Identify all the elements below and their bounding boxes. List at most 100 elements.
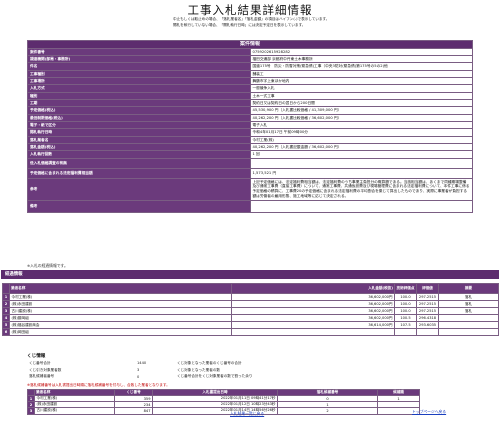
- bid-row-amount: 36,602,000円: [231, 300, 395, 308]
- bid-history-header: 経過情報: [1, 270, 499, 279]
- bid-col-name: 業者名称: [9, 283, 232, 294]
- kuji-warning: ※落札候補番号は入札書提出日時順に落札候補番号を付与し、合致した業者となります。: [27, 383, 170, 387]
- kuji-info-label: 落札候補者番号: [29, 374, 55, 379]
- kuji-info-label: くじ引き対象業者数: [29, 367, 62, 372]
- kuji-row-num: 847: [114, 407, 153, 415]
- bid-row: 4 (株)藤岡組 36,602,000円 100.5 296.4318: [2, 314, 499, 322]
- rounds-value: 1 回: [249, 150, 473, 159]
- kuji-info-value: 3: [137, 368, 140, 373]
- bid-col-eval: 評価値: [416, 283, 439, 294]
- bid-row: 5 (株)福谷建設商会 36,614,000円 107.5 293.6035: [2, 321, 499, 329]
- category-label: 種別: [27, 91, 251, 100]
- bid-row-name: (株)岡田組: [9, 328, 232, 336]
- bid-row-eval: 297.2515: [416, 300, 439, 308]
- low-bid-survey-value: [249, 157, 473, 169]
- bid-row-eval: 293.6035: [416, 321, 439, 329]
- kuji-title: くじ情報: [27, 354, 46, 359]
- kuji-row-name: 古川建設(株): [34, 407, 115, 415]
- winning-amount-label: 落札金額(税込): [27, 142, 251, 152]
- bid-row-eval: 296.4318: [416, 314, 439, 322]
- submission-type-value: 電子入札: [249, 120, 473, 130]
- bid-row-no: 5: [2, 321, 10, 329]
- back-to-top-link[interactable]: トップページへ戻る: [412, 409, 446, 415]
- bid-row: 6 (株)岡田組: [2, 328, 499, 336]
- notice-line: 中止もしくは取止めの場合、「落札業者名」「落札金額」の項目はハイフン(-)で表示…: [173, 17, 330, 21]
- opening-date-label: 開札執行日時: [27, 128, 251, 137]
- notice-text: 中止もしくは取止めの場合、「落札業者名」「落札金額」の項目はハイフン(-)で表示…: [173, 17, 353, 28]
- kuji-row: 3 古川建設(株) 847 2022年01月14日 14時56分26秒 2: [27, 407, 420, 415]
- case-info-table: 案件情報 案件番号 0759202615928282 調達機関(部局・事務所) 福田…: [27, 40, 473, 213]
- bid-row-amount: 36,602,000円: [231, 293, 395, 301]
- bid-row-note: [438, 314, 499, 322]
- bid-row-amount: [231, 328, 395, 336]
- case-number-label: 案件番号: [27, 47, 251, 56]
- bid-history-note: ※入札の経過情報です。: [27, 263, 68, 268]
- subject-label: 件名: [27, 62, 251, 71]
- remarks-value: [249, 199, 473, 213]
- reference-value: 上記予定価格には、法定福利費相当額は、法定福利費のうち事業主負担分の概算額である…: [249, 177, 473, 201]
- kuji-info-desc: くじ対象となった業者の数: [177, 367, 221, 372]
- work-type-value: 舗装工: [249, 69, 473, 78]
- kuji-info-label: くじ番号合計: [29, 360, 51, 365]
- min-price-value: 40,262,200 円（入札書比較価格 / 36,602,000 円）: [249, 113, 473, 122]
- kuji-table: 業者名称 くじ番号 入札書提出日時 落札候補番号 候補順 1 今村工業(株) 3…: [27, 389, 420, 415]
- bid-method-value: 一般競争入札: [249, 84, 473, 93]
- bid-row-tech: 107.5: [394, 321, 417, 329]
- period-value: 契約日又は契約日の翌日から200日間: [249, 98, 473, 108]
- work-type-label: 工事種別: [27, 69, 251, 78]
- case-info-header: 案件情報: [27, 40, 473, 49]
- bid-row-note: 落札: [438, 300, 499, 308]
- case-number-value: 0759202615928282: [249, 47, 473, 56]
- location-label: 工事場所: [27, 76, 251, 86]
- bid-row-name: 今村工業(株): [9, 293, 232, 301]
- bid-row-amount: 36,602,000円: [231, 307, 395, 315]
- bid-history-table: 業者名称 入札金額(税抜) 技術評価点 評価値 摘要 1 今村工業(株) 36,…: [2, 283, 499, 336]
- bid-row: 2 (株)永田建設 36,602,000円 100.0 297.2515 落札: [2, 300, 499, 308]
- bid-row-note: 落札: [438, 293, 499, 301]
- bid-row-note: [438, 321, 499, 329]
- bid-row-no: 2: [2, 300, 10, 308]
- bid-row: 3 古川建設(株) 36,602,000円 100.0 297.2515 落札: [2, 307, 499, 315]
- bid-col-tech: 技術評価点: [394, 283, 417, 294]
- kuji-info-desc: くじ番号合計をくじ対象業者の数で割った余り: [177, 374, 253, 379]
- period-label: 工期: [27, 98, 251, 108]
- bid-row-no: 4: [2, 314, 10, 322]
- bid-col-amount: 入札金額(税抜): [231, 283, 395, 294]
- bid-row-amount: 36,602,000円: [231, 314, 395, 322]
- bid-row-no: 6: [2, 328, 10, 336]
- bid-row-name: (株)藤岡組: [9, 314, 232, 322]
- min-price-label: 最低制限価格(税込): [27, 113, 251, 122]
- bid-col-no: [2, 283, 10, 294]
- bid-row-note: [438, 328, 499, 336]
- bid-col-note: 摘要: [438, 283, 499, 294]
- bid-row-name: (株)福谷建設商会: [9, 321, 232, 329]
- rounds-label: 入札執行回数: [27, 150, 251, 159]
- bid-row-tech: 100.5: [394, 314, 417, 322]
- bid-row: 1 今村工業(株) 36,602,000円 100.0 297.2515 落札: [2, 293, 499, 301]
- back-to-list-link[interactable]: 入札結果一覧に戻る: [230, 411, 264, 417]
- bid-row-note: 落札: [438, 307, 499, 315]
- bid-row-no: 3: [2, 307, 10, 315]
- bid-row-name: (株)永田建設: [9, 300, 232, 308]
- welfare-cost-value: 1,573,521 円: [249, 167, 473, 179]
- agency-value: 福田交通部 京都府中丹東土木事務所: [249, 54, 473, 64]
- agency-label: 調達機関(部局・事務所): [27, 54, 251, 64]
- bid-row-tech: 100.0: [394, 300, 417, 308]
- reference-label: 参考: [27, 177, 251, 201]
- kuji-info-value: 1440: [137, 361, 147, 366]
- category-value: 土木一式工事: [249, 91, 473, 100]
- submission-type-label: 電子・紙で区分: [27, 120, 251, 130]
- bid-row-tech: 100.0: [394, 307, 417, 315]
- bid-row-eval: [416, 328, 439, 336]
- opening-date-value: 令和4年01月17日 午前09時00分: [249, 128, 473, 137]
- kuji-row-no: 3: [27, 407, 35, 415]
- bid-method-label: 入札方式: [27, 84, 251, 93]
- location-value: 舞鶴市字上東ほか地内: [249, 76, 473, 86]
- kuji-info-table: くじ番号合計 1440 くじ対象となった業者のくじ番号の合計 くじ引き対象業者数…: [27, 360, 254, 380]
- notice-line: 開札を執行していない場合、「開札執行日時」には決定予定日を表示しています。: [173, 22, 306, 27]
- bid-header-row: 業者名称 入札金額(税抜) 技術評価点 評価値 摘要: [2, 283, 499, 294]
- bid-row-name: 古川建設(株): [9, 307, 232, 315]
- bid-row-amount: 36,614,000円: [231, 321, 395, 329]
- winner-label: 落札業者名: [27, 135, 251, 144]
- bid-row-tech: [394, 328, 417, 336]
